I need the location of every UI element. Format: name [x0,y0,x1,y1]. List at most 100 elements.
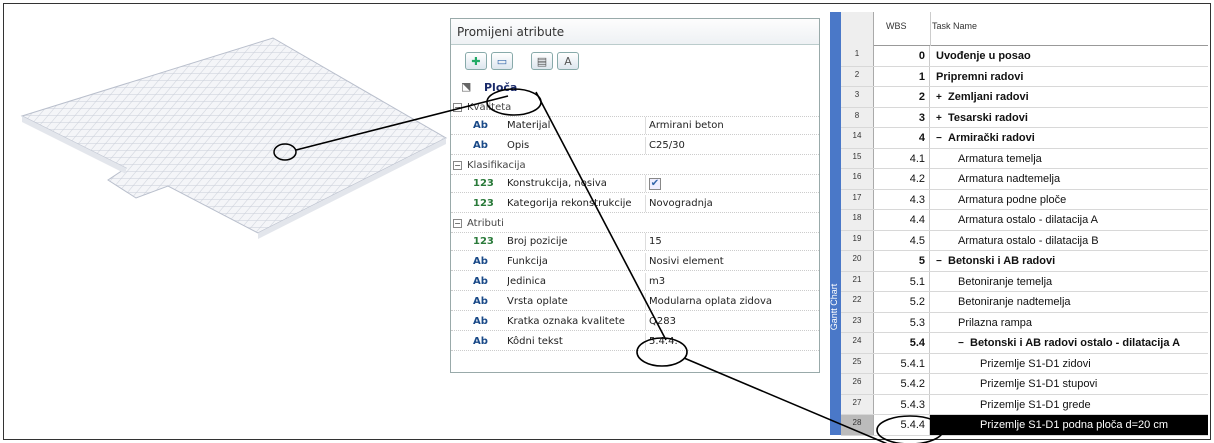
task-name-cell[interactable]: Prizemlje S1-D1 zidovi [930,354,1208,374]
wbs-cell[interactable]: 1 [874,66,930,86]
task-name-cell[interactable]: Betoniranje temelja [930,272,1208,292]
checkbox-checked[interactable]: ✔ [649,178,661,190]
attribute-value[interactable]: Novogradnja [649,198,713,209]
attribute-row[interactable]: Ab Funkcija Nosivi element [451,253,819,271]
task-name-cell[interactable]: − Betonski i AB radovi [930,251,1208,271]
task-row[interactable]: 23 5.3 Prilazna rampa [841,312,1208,333]
task-row[interactable]: 27 5.4.3 Prizemlje S1-D1 grede [841,394,1208,415]
task-row[interactable]: 2 1 Pripremni radovi [841,66,1208,87]
task-name-cell[interactable]: Betoniranje nadtemelja [930,292,1208,312]
collapse-icon[interactable]: − [958,334,967,354]
wbs-cell[interactable]: 4.3 [874,189,930,209]
wbs-cell[interactable]: 5 [874,251,930,271]
slab-3d-model[interactable] [18,28,453,248]
task-row[interactable]: 15 4.1 Armatura temelja [841,148,1208,169]
row-id[interactable]: 22 [841,292,874,312]
format-attributes-button[interactable]: A [557,52,579,70]
task-row[interactable]: 14 4− Armirački radovi [841,128,1208,149]
task-row[interactable]: 3 2 + Zemljani radovi [841,87,1208,108]
wbs-cell[interactable]: 4.4 [874,210,930,230]
wbs-cell[interactable]: 4.1 [874,148,930,168]
task-row[interactable]: 16 4.2 Armatura nadtemelja [841,169,1208,190]
task-name-cell[interactable]: Prizemlje S1-D1 grede [930,395,1208,415]
task-name-cell[interactable]: Prizemlje S1-D1 stupovi [930,374,1208,394]
collapse-icon[interactable]: − [453,103,462,112]
task-name-cell[interactable]: Armatura nadtemelja [930,169,1208,189]
wbs-cell[interactable]: 4.2 [874,169,930,189]
collapse-icon[interactable]: − [936,129,945,149]
task-row[interactable]: 19 4.5 Armatura ostalo - dilatacija B [841,230,1208,251]
task-row[interactable]: 24 5.4− Betonski i AB radovi ostalo - dila… [841,333,1208,354]
row-id[interactable]: 8 [841,107,874,127]
collapse-icon[interactable]: − [936,252,945,272]
attribute-value[interactable]: Armirani beton [649,120,724,131]
row-id[interactable]: 28 [841,415,874,435]
task-name-cell[interactable]: − Armirački radovi [930,128,1208,148]
wbs-cell[interactable]: 0 [874,46,930,66]
task-row[interactable]: 18 4.4 Armatura ostalo - dilatacija A [841,210,1208,231]
task-row[interactable]: 28 5.4.4 Prizemlje S1-D1 podna ploča d=20 … [841,415,1208,436]
attribute-row[interactable]: 123 Broj pozicije 15 [451,233,819,251]
attribute-value[interactable]: Nosivi element [649,256,724,267]
add-attribute-button[interactable]: ✚ [465,52,487,70]
wbs-cell[interactable]: 5.2 [874,292,930,312]
attribute-group[interactable]: − Atributi [451,215,819,233]
expand-icon[interactable]: + [936,109,945,129]
wbs-cell[interactable]: 2 [874,87,930,107]
wbs-cell[interactable]: 4 [874,128,930,148]
attribute-group[interactable]: − Klasifikacija [451,157,819,175]
row-id[interactable]: 16 [841,169,874,189]
task-row[interactable]: 17 4.3 Armatura podne ploče [841,189,1208,210]
row-id[interactable]: 1 [841,46,874,66]
attribute-row[interactable]: 123 Konstrukcija, nosiva ✔ [451,175,819,193]
wbs-cell[interactable]: 5.4.4 [874,415,930,435]
attribute-value[interactable]: 15 [649,236,662,247]
task-name-cell[interactable]: + Zemljani radovi [930,87,1208,107]
task-row[interactable]: 8 3 + Tesarski radovi [841,107,1208,128]
attribute-value[interactable]: Q283 [649,316,676,327]
wbs-cell[interactable]: 5.4.2 [874,374,930,394]
task-row[interactable]: 20 5− Betonski i AB radovi [841,251,1208,272]
task-row[interactable]: 25 5.4.1 Prizemlje S1-D1 zidovi [841,353,1208,374]
wbs-cell[interactable]: 5.4.1 [874,353,930,373]
gantt-chart-sidebar[interactable]: Gantt Chart [829,12,841,435]
task-name-cell[interactable]: Armatura podne ploče [930,190,1208,210]
row-id[interactable]: 27 [841,394,874,414]
attribute-value[interactable]: C25/30 [649,140,685,151]
row-id[interactable]: 21 [841,271,874,291]
row-id[interactable]: 24 [841,333,874,353]
wbs-cell[interactable]: 3 [874,107,930,127]
row-id[interactable]: 18 [841,210,874,230]
attribute-group[interactable]: − Kvaliteta [451,99,819,117]
task-name-cell[interactable]: Prizemlje S1-D1 podna ploča d=20 cm [930,415,1208,435]
wbs-cell[interactable]: 4.5 [874,230,930,250]
attribute-row[interactable]: Ab Kôdni tekst 5.4.4. [451,333,819,351]
attribute-row[interactable]: Ab Opis C25/30 [451,137,819,155]
task-name-cell[interactable]: Uvođenje u posao [930,46,1208,66]
header-task-name[interactable]: Task Name [932,21,977,31]
row-id[interactable]: 3 [841,87,874,107]
row-id[interactable]: 15 [841,148,874,168]
attribute-value[interactable]: 5.4.4. [649,336,678,347]
wbs-cell[interactable]: 5.4 [874,333,930,353]
copy-attributes-button[interactable]: ▤ [531,52,553,70]
task-name-cell[interactable]: + Tesarski radovi [930,108,1208,128]
attribute-row[interactable]: Ab Vrsta oplate Modularna oplata zidova [451,293,819,311]
expand-icon[interactable]: + [936,88,945,108]
remove-attribute-button[interactable]: ▭ [491,52,513,70]
row-id[interactable]: 14 [841,128,874,148]
attribute-row[interactable]: Ab Kratka oznaka kvalitete Q283 [451,313,819,331]
attribute-row[interactable]: 123 Kategorija rekonstrukcije Novogradnja [451,195,819,213]
row-id[interactable]: 23 [841,312,874,332]
wbs-cell[interactable]: 5.3 [874,312,930,332]
attribute-row[interactable]: Ab Jedinica m3 [451,273,819,291]
wbs-cell[interactable]: 5.4.3 [874,394,930,414]
task-name-cell[interactable]: Armatura ostalo - dilatacija A [930,210,1208,230]
task-name-cell[interactable]: Armatura ostalo - dilatacija B [930,231,1208,251]
task-name-cell[interactable]: − Betonski i AB radovi ostalo - dilatacij… [930,333,1208,353]
collapse-icon[interactable]: − [453,219,462,228]
attribute-value[interactable]: m3 [649,276,665,287]
row-id[interactable]: 25 [841,353,874,373]
row-id[interactable]: 20 [841,251,874,271]
collapse-icon[interactable]: − [453,161,462,170]
